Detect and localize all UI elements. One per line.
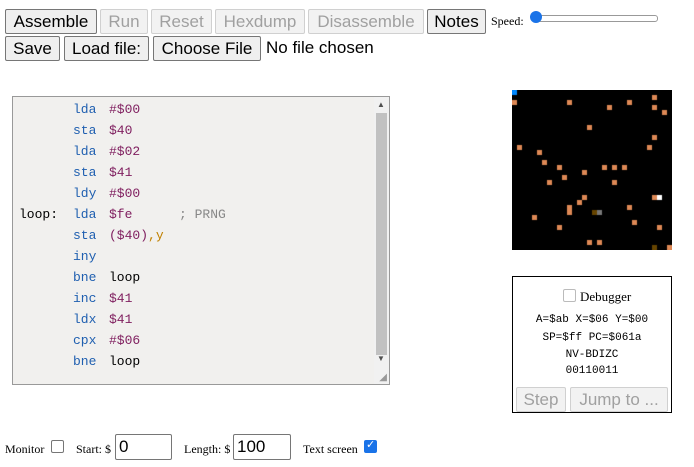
flags-header: NV-BDIZC [565,349,619,361]
registers-line: A=$ab X=$06 Y=$00 [535,314,649,326]
flags-value: 00110011 [565,365,619,377]
code-operand: $40 [109,123,133,138]
editor-scrollbar[interactable]: ▲ ▼ [374,97,389,384]
code-operand: #$06 [109,333,141,348]
assemble-button[interactable]: Assemble [5,9,97,34]
code-operand: #$00 [109,186,141,201]
notes-button[interactable]: Notes [427,9,486,34]
code-operand: #$02 [109,144,141,159]
length-label: Length: $ [184,442,231,456]
debugger-panel: Debugger A=$ab X=$06 Y=$00 SP=$ff PC=$06… [512,276,672,413]
code-opcode: ldx [73,312,97,327]
start-input[interactable] [115,434,172,460]
speed-slider-thumb[interactable] [530,11,542,23]
monitor-checkbox[interactable] [51,440,64,453]
code-opcode: lda [73,102,97,117]
save-button[interactable]: Save [5,36,60,61]
text-screen-checkbox[interactable] [364,438,377,453]
code-opcode: ldy [73,186,97,201]
resize-handle-icon[interactable]: ◢ [379,372,387,383]
code-operand: #$00 [109,102,141,117]
code-opcode: sta [73,123,97,138]
run-button[interactable]: Run [100,9,148,34]
code-editor[interactable]: lda #$00 sta $40 lda #$02 sta $41 ldy #$00 loop: ld… [12,96,390,385]
length-input[interactable] [233,434,291,460]
code-opcode: bne [73,354,97,369]
code-opcode: iny [73,249,97,264]
scroll-up-icon[interactable]: ▲ [377,100,385,110]
scroll-down-icon[interactable]: ▼ [377,354,385,364]
load-file-button[interactable]: Load file: [64,36,149,61]
code-opcode: inc [73,291,97,306]
code-operand: $41 [109,312,133,327]
code-operand: loop [109,354,141,369]
scroll-thumb[interactable] [376,113,387,355]
choose-file-button[interactable]: Choose File [153,36,261,61]
speed-slider[interactable] [536,15,658,22]
code-opcode: sta [73,228,97,243]
code-opcode: lda [73,144,97,159]
step-button[interactable]: Step [516,387,566,412]
debugger-label: Debugger [580,289,632,304]
code-opcode: lda [73,207,97,222]
code-opcode: sta [73,165,97,180]
monitor-label: Monitor [5,442,45,456]
stack-pc-line: SP=$ff PC=$061a [542,332,642,344]
display-screen [512,90,672,250]
code-opcode: bne [73,270,97,285]
code-operand: $41 [109,291,133,306]
hexdump-button[interactable]: Hexdump [215,9,305,34]
code-opcode: cpx [73,333,97,348]
code-operand: $41 [109,165,133,180]
code-operand: $fe [109,207,133,222]
disassemble-button[interactable]: Disassemble [308,9,424,34]
code-comment: ; PRNG [179,207,226,222]
reset-button[interactable]: Reset [151,9,212,34]
debugger-checkbox[interactable] [563,289,576,302]
code-label: loop: [19,207,59,222]
jump-to-button[interactable]: Jump to ... [570,387,668,412]
code-operand: loop [109,270,141,285]
speed-label: Speed: [491,14,524,28]
start-label: Start: $ [76,442,111,456]
file-status-text: No file chosen [266,38,374,57]
code-operand: ($40),y [109,228,164,243]
text-screen-label: Text screen [303,442,358,456]
